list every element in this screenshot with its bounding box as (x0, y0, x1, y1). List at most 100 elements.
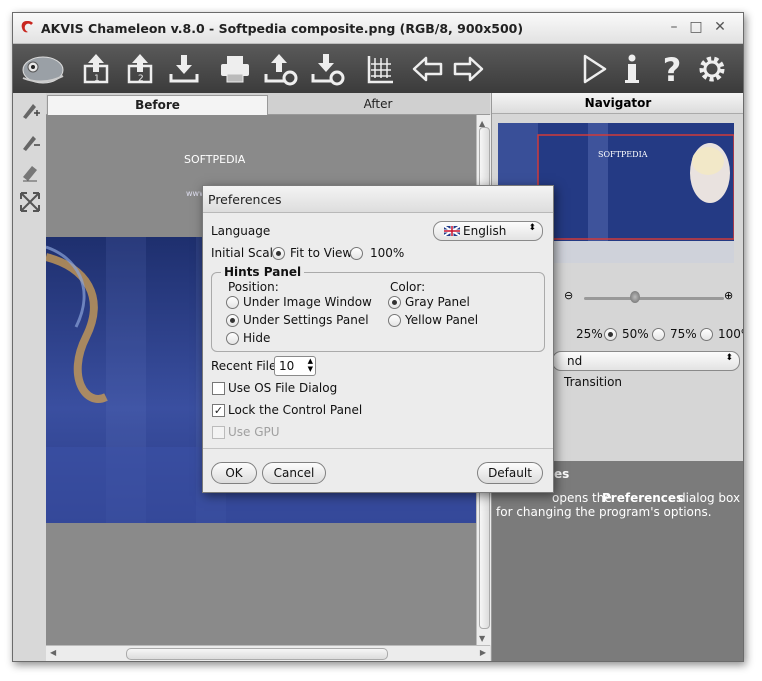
scale-fit-radio[interactable] (272, 247, 285, 260)
app-window: AKVIS Chameleon v.8.0 - Softpedia compos… (12, 12, 744, 662)
language-label: Language (211, 224, 271, 238)
cancel-button[interactable]: Cancel (262, 462, 326, 484)
zoom-option-50[interactable]: 50% (622, 327, 649, 341)
language-value: English (463, 224, 507, 238)
initial-scale-label: Initial Scale (211, 246, 281, 260)
scale-100-radio[interactable] (350, 247, 363, 260)
print-button[interactable] (216, 50, 254, 88)
hints-text-line2: for changing the program's options. (496, 505, 712, 519)
tab-after[interactable]: After (268, 95, 488, 114)
language-select[interactable]: English ⬍ (433, 221, 543, 241)
scroll-down-arrow-icon[interactable]: ▼ (479, 634, 485, 643)
zoom-option-75[interactable]: 75% (670, 327, 697, 341)
canvas-logo-text: SOFTPEDIA (184, 153, 246, 166)
zoom-out-icon[interactable]: ⊖ (564, 289, 573, 302)
zoom-option-100[interactable]: 100% (718, 327, 743, 341)
lock-control-panel-label[interactable]: Lock the Control Panel (228, 403, 362, 417)
zoom-radio-75[interactable] (652, 328, 665, 341)
info-icon[interactable] (613, 50, 651, 88)
recent-files-value[interactable]: 10 (279, 359, 294, 373)
tool-sidebar (13, 93, 47, 661)
close-button[interactable]: ✕ (711, 19, 729, 35)
pos-hide-radio[interactable] (226, 332, 239, 345)
open-background-button[interactable]: 2 (121, 50, 159, 88)
chameleon-logo-icon (17, 50, 67, 88)
zoom-radio-100[interactable] (700, 328, 713, 341)
hints-text-suffix: dialog box (678, 491, 741, 505)
mode-select[interactable]: nd ⬍ (552, 351, 740, 371)
use-os-dialog-checkbox[interactable] (212, 382, 225, 395)
navigator-title: Navigator (492, 93, 743, 114)
use-gpu-label: Use GPU (228, 425, 280, 439)
recent-files-stepper[interactable]: 10 ▲ ▼ (274, 356, 316, 376)
dialog-divider (203, 448, 553, 449)
chevron-updown-icon: ⬍ (725, 353, 733, 363)
zoom-slider[interactable] (584, 297, 724, 300)
zoom-option-25[interactable]: 25% (576, 327, 603, 341)
color-gray-radio[interactable] (388, 296, 401, 309)
zoom-in-icon[interactable]: ⊕ (724, 289, 733, 302)
position-label: Position: (228, 280, 279, 294)
window-title: AKVIS Chameleon v.8.0 - Softpedia compos… (41, 21, 524, 36)
scroll-left-arrow-icon[interactable]: ◀ (50, 648, 56, 657)
pos-under-image-radio[interactable] (226, 296, 239, 309)
share-button[interactable] (262, 50, 300, 88)
redo-arrow-icon[interactable] (449, 50, 487, 88)
dialog-title-bar: Preferences (203, 186, 553, 213)
horizontal-scrollbar[interactable]: ◀ ▶ (46, 645, 490, 661)
eraser-icon[interactable] (19, 161, 41, 183)
run-play-icon[interactable] (575, 50, 613, 88)
pos-under-image-label[interactable]: Under Image Window (243, 295, 372, 309)
pencil-minus-icon[interactable] (19, 131, 41, 153)
recent-files-label: Recent Files (211, 359, 283, 373)
transform-icon[interactable] (19, 191, 41, 213)
chevron-updown-icon: ⬍ (528, 223, 536, 233)
svg-text:2: 2 (138, 74, 144, 84)
help-icon[interactable]: ? (653, 50, 691, 89)
mode-select-value: nd (567, 354, 583, 368)
tab-before[interactable]: Before (47, 95, 268, 115)
color-yellow-label[interactable]: Yellow Panel (405, 313, 478, 327)
svg-text:1: 1 (94, 74, 100, 84)
scale-fit-label[interactable]: Fit to View (290, 246, 352, 260)
preferences-dialog: Preferences Language English ⬍ Initial S… (202, 185, 554, 493)
maximize-button[interactable]: □ (687, 19, 705, 35)
hints-title: es (554, 467, 570, 481)
color-yellow-radio[interactable] (388, 314, 401, 327)
use-gpu-checkbox (212, 426, 225, 439)
horizontal-scroll-thumb[interactable] (126, 648, 388, 660)
open-image-button[interactable]: 1 (77, 50, 115, 88)
minimize-button[interactable]: – (665, 19, 683, 35)
stepper-arrows-icon[interactable]: ▲ ▼ (308, 357, 313, 373)
color-label: Color: (390, 280, 426, 294)
hints-text-bold: Preferences (602, 491, 684, 505)
app-logo-icon (21, 21, 33, 33)
transition-label: Transition (564, 375, 623, 389)
scale-100-label[interactable]: 100% (370, 246, 404, 260)
pos-under-settings-label[interactable]: Under Settings Panel (243, 313, 369, 327)
grid-button[interactable] (361, 50, 399, 88)
save-button[interactable] (165, 50, 203, 88)
ok-button[interactable]: OK (211, 462, 257, 484)
pos-under-settings-radio[interactable] (226, 314, 239, 327)
pos-hide-label[interactable]: Hide (243, 331, 270, 345)
default-button[interactable]: Default (477, 462, 543, 484)
dialog-title: Preferences (208, 192, 282, 207)
zoom-slider-thumb[interactable] (630, 291, 640, 303)
svg-text:?: ? (663, 51, 682, 88)
uk-flag-icon (444, 226, 460, 236)
color-gray-label[interactable]: Gray Panel (405, 295, 470, 309)
svg-text:SOFTPEDIA: SOFTPEDIA (598, 150, 648, 159)
zoom-radio-50[interactable] (604, 328, 617, 341)
hints-panel-group-label: Hints Panel (221, 265, 305, 279)
view-tabs: Before After (46, 93, 490, 115)
lock-control-panel-checkbox[interactable]: ✓ (212, 404, 225, 417)
batch-settings-button[interactable] (309, 50, 347, 88)
main-toolbar: 1 2 ? (13, 44, 743, 93)
use-os-dialog-label[interactable]: Use OS File Dialog (228, 381, 337, 395)
title-bar: AKVIS Chameleon v.8.0 - Softpedia compos… (13, 13, 743, 44)
pencil-plus-icon[interactable] (19, 99, 41, 121)
scroll-right-arrow-icon[interactable]: ▶ (480, 648, 486, 657)
undo-arrow-icon[interactable] (409, 50, 447, 88)
preferences-gear-icon[interactable] (693, 50, 731, 88)
